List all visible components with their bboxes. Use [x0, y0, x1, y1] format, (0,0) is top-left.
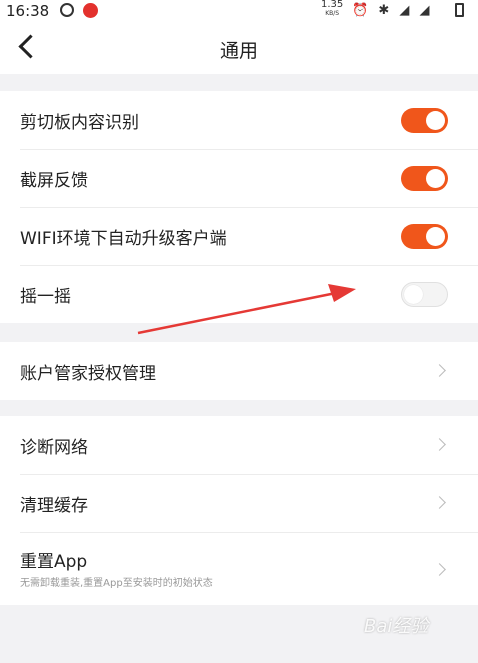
- annotation-arrow: [137, 284, 356, 335]
- watermark: Bai经验: [364, 616, 429, 637]
